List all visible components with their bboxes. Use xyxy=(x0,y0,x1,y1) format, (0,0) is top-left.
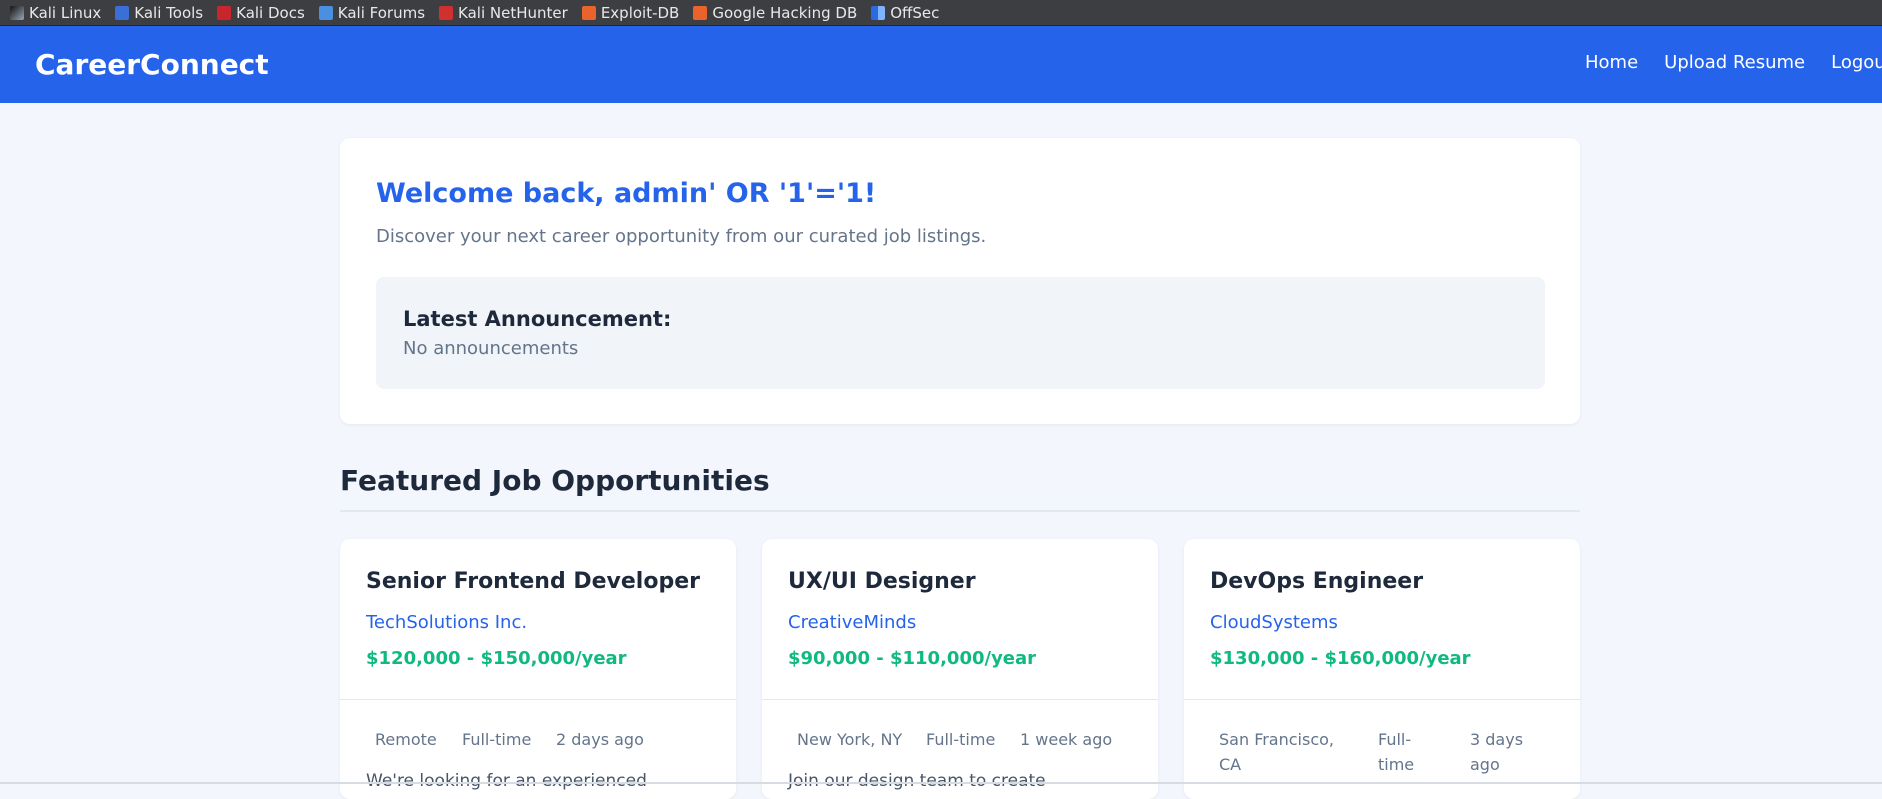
bookmark-label: Kali Linux xyxy=(29,3,102,22)
welcome-subtitle: Discover your next career opportunity fr… xyxy=(376,226,987,247)
job-posted: 2 days ago xyxy=(556,730,644,749)
nav-link-home[interactable]: Home xyxy=(1585,52,1638,73)
job-description: We're looking for an experienced xyxy=(366,771,647,791)
bookmark-label: Exploit-DB xyxy=(600,3,680,22)
brand-logo[interactable]: CareerConnect xyxy=(35,48,269,81)
job-title: Senior Frontend Developer xyxy=(366,569,700,594)
job-location: San Francisco, CA xyxy=(1219,730,1334,774)
job-card[interactable]: Senior Frontend Developer TechSolutions … xyxy=(340,539,736,799)
job-title: UX/UI Designer xyxy=(788,569,976,594)
offsec-icon xyxy=(871,5,886,20)
bookmark-kali-linux[interactable]: Kali Linux xyxy=(10,4,101,22)
kali-dragon-icon xyxy=(10,5,24,20)
announcement-body: No announcements xyxy=(403,338,579,359)
job-card[interactable]: DevOps Engineer CloudSystems $130,000 - … xyxy=(1184,539,1580,799)
navbar: CareerConnect Home Upload Resume Logout xyxy=(0,26,1882,103)
job-divider xyxy=(1184,699,1580,700)
bookmark-offsec[interactable]: OffSec xyxy=(871,4,939,22)
job-location: Remote xyxy=(375,730,437,749)
nethunter-icon xyxy=(439,5,454,20)
job-company[interactable]: CreativeMinds xyxy=(788,612,916,633)
nav-link-upload-resume[interactable]: Upload Resume xyxy=(1664,52,1805,73)
exploit-db-icon xyxy=(581,5,596,20)
bookmark-kali-nethunter[interactable]: Kali NetHunter xyxy=(439,4,568,22)
announcement-title: Latest Announcement: xyxy=(403,307,672,331)
job-location: New York, NY xyxy=(797,730,903,749)
bookmarks-bar: Kali Linux Kali Tools Kali Docs Kali For… xyxy=(0,0,1882,26)
job-salary: $90,000 - $110,000/year xyxy=(788,648,1037,669)
job-salary: $120,000 - $150,000/year xyxy=(366,648,627,669)
section-divider xyxy=(340,510,1580,512)
bookmark-label: Kali Forums xyxy=(337,3,426,22)
job-divider xyxy=(340,699,736,700)
job-type: Full-time xyxy=(462,730,532,749)
nav-link-logout[interactable]: Logout xyxy=(1831,52,1882,73)
job-posted: 1 week ago xyxy=(1020,730,1113,749)
bookmark-google-hacking-db[interactable]: Google Hacking DB xyxy=(693,4,857,22)
ghdb-icon xyxy=(693,5,708,20)
kali-docs-icon xyxy=(217,5,232,20)
job-type: Full-time xyxy=(1378,730,1415,774)
job-company[interactable]: TechSolutions Inc. xyxy=(366,612,527,633)
job-company[interactable]: CloudSystems xyxy=(1210,612,1338,633)
job-divider xyxy=(762,699,1158,700)
kali-forums-icon xyxy=(318,5,333,20)
announcement-box: Latest Announcement: No announcements xyxy=(376,277,1545,389)
bookmark-kali-forums[interactable]: Kali Forums xyxy=(318,3,426,22)
job-type: Full-time xyxy=(926,730,996,749)
bookmark-kali-tools[interactable]: Kali Tools xyxy=(115,4,203,22)
job-description: Join our design team to create xyxy=(788,771,1046,791)
bookmark-exploit-db[interactable]: Exploit-DB xyxy=(581,3,680,22)
section-title: Featured Job Opportunities xyxy=(340,464,770,497)
bookmark-label: Kali Tools xyxy=(134,3,204,22)
bookmark-label: Google Hacking DB xyxy=(712,3,858,22)
job-salary: $130,000 - $160,000/year xyxy=(1210,648,1471,669)
welcome-card: Welcome back, admin' OR '1'='1! Discover… xyxy=(340,138,1580,424)
welcome-title: Welcome back, admin' OR '1'='1! xyxy=(376,178,877,209)
job-posted: 3 days ago xyxy=(1470,730,1524,774)
bookmark-label: Kali NetHunter xyxy=(458,3,568,22)
bookmark-label: OffSec xyxy=(890,3,940,22)
nav-links: Home Upload Resume Logout xyxy=(1585,52,1882,73)
bookmark-label: Kali Docs xyxy=(236,3,305,22)
job-card[interactable]: UX/UI Designer CreativeMinds $90,000 - $… xyxy=(762,539,1158,799)
kali-tools-icon xyxy=(115,5,130,20)
job-title: DevOps Engineer xyxy=(1210,569,1424,594)
bookmark-kali-docs[interactable]: Kali Docs xyxy=(217,4,305,22)
